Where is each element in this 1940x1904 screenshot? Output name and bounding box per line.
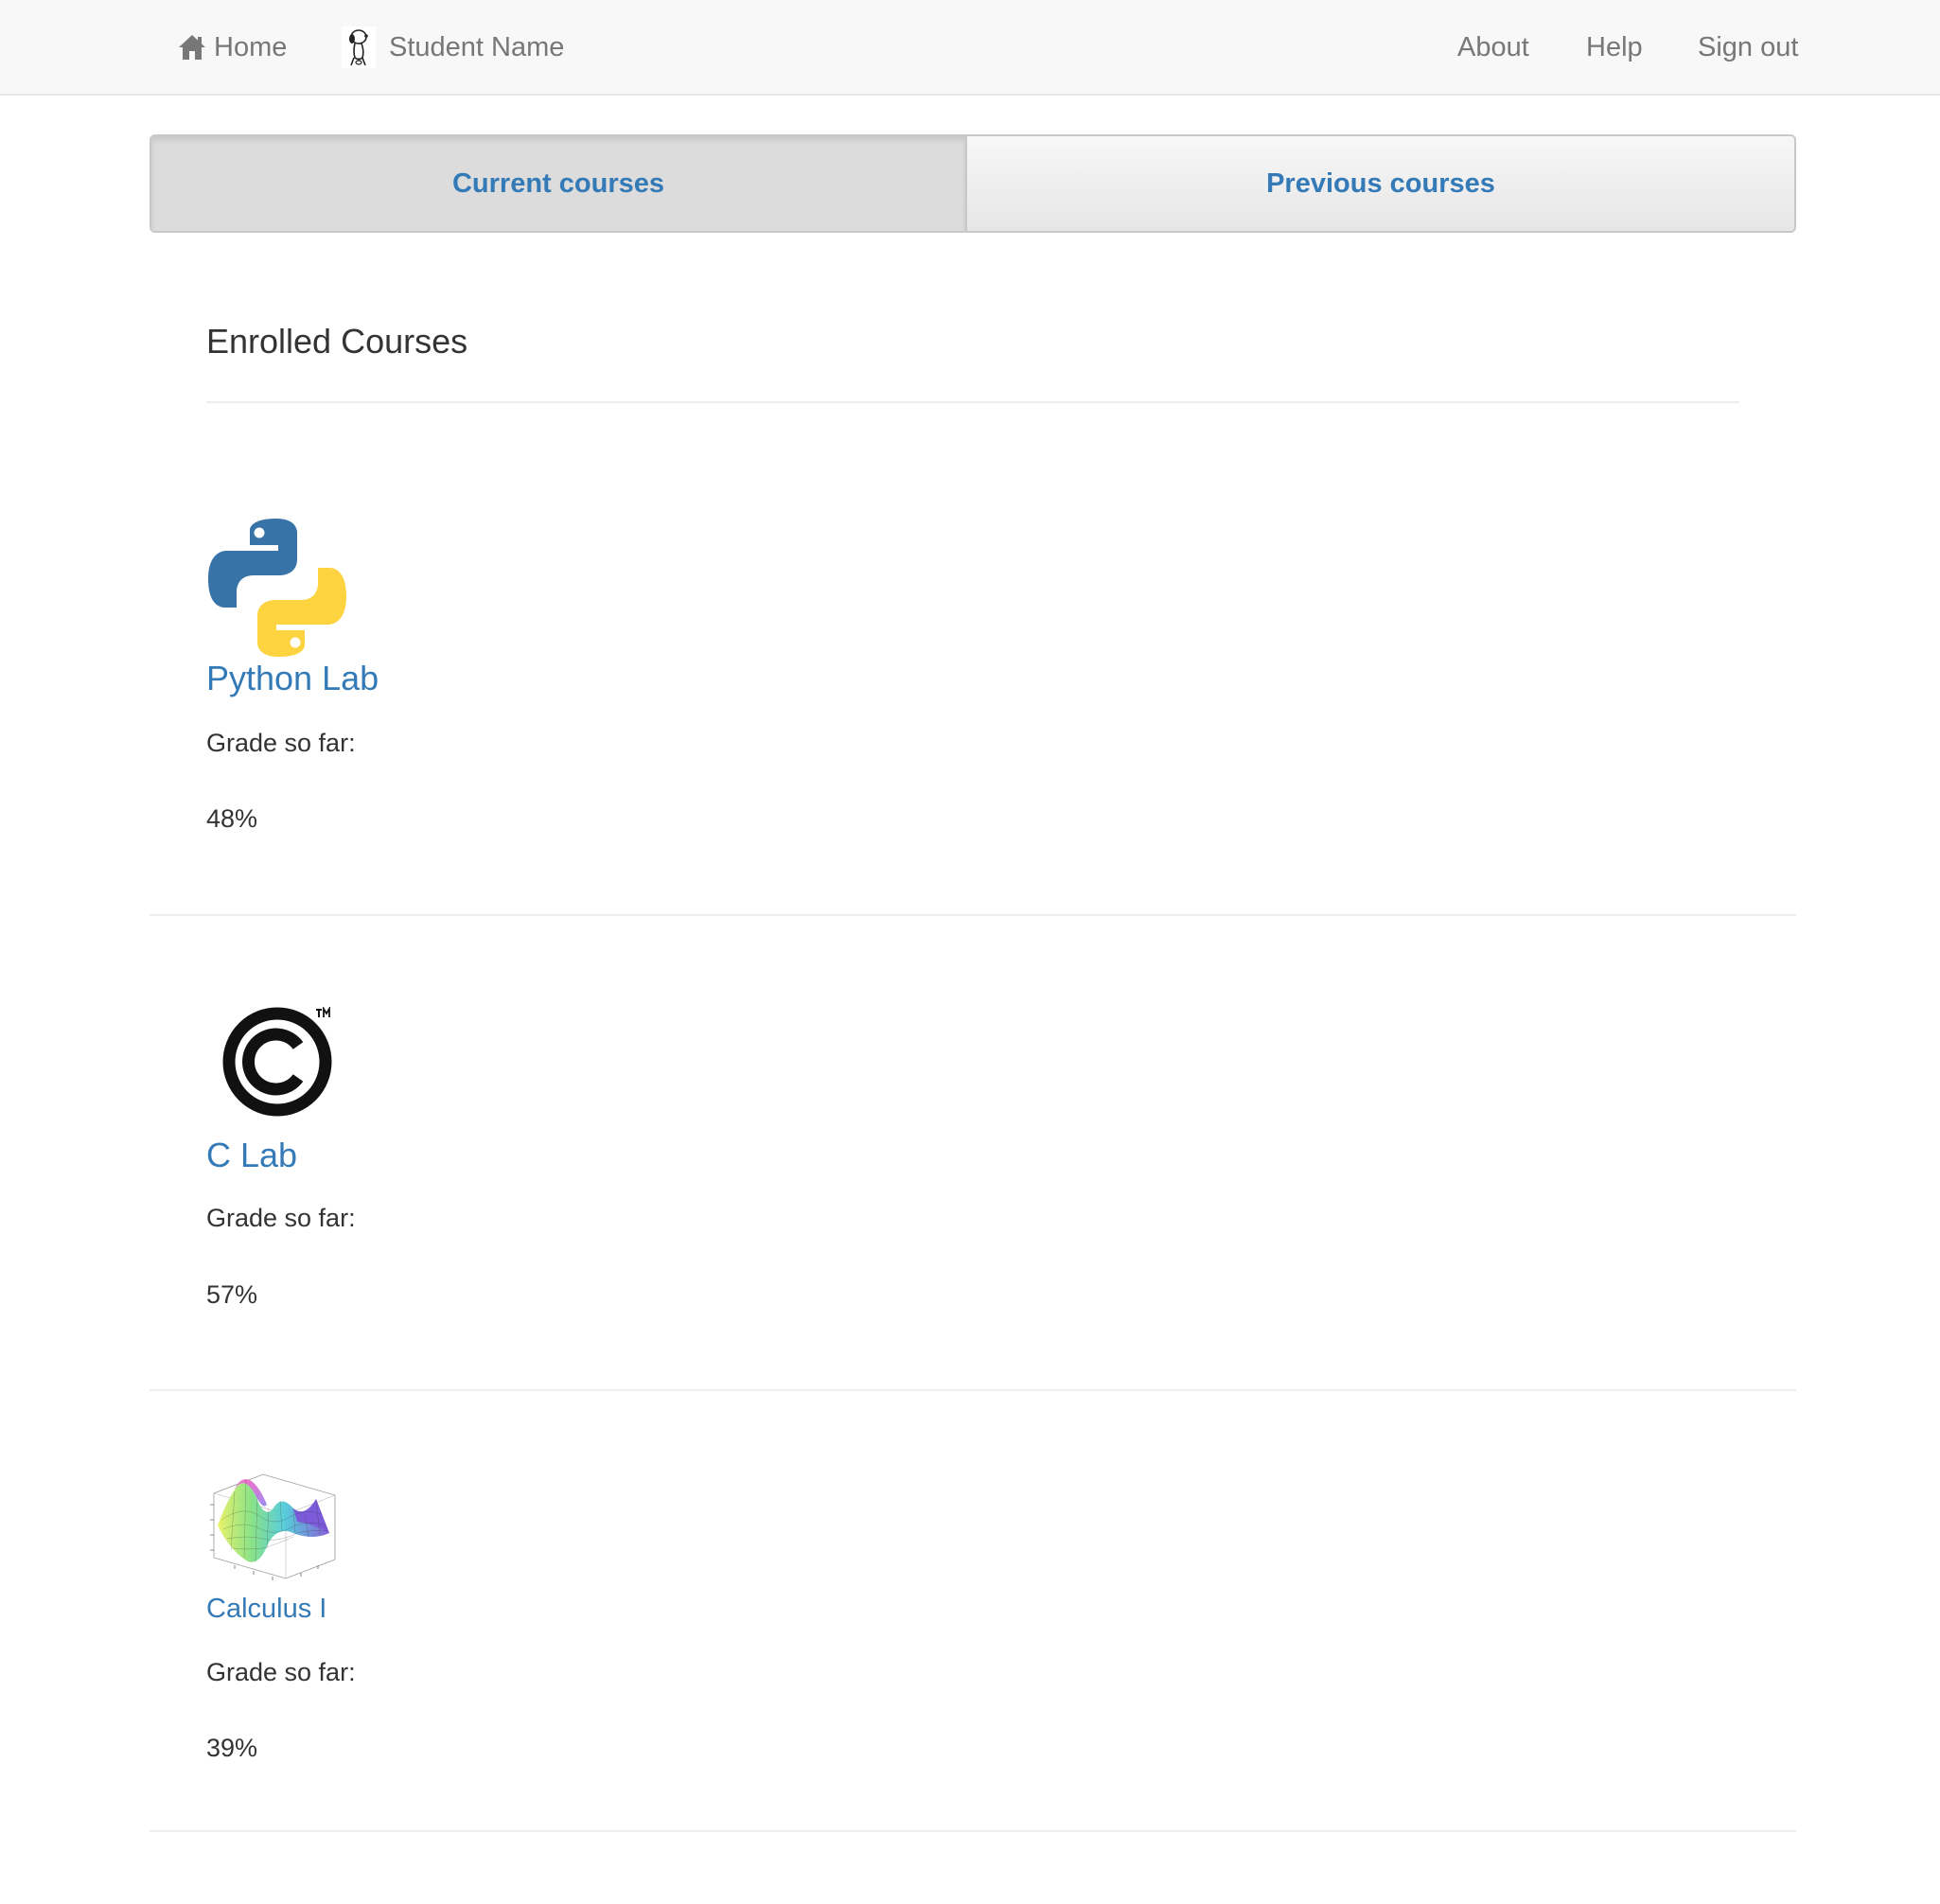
course-link-calculus-i[interactable]: Calculus I: [206, 1594, 326, 1625]
nav-signout-link[interactable]: Sign out: [1698, 0, 1798, 95]
c-logo-icon[interactable]: [206, 1005, 348, 1135]
course-card-calculus-i: Calculus I Grade so far: 39%: [150, 1391, 1796, 1832]
course-link-python-lab[interactable]: Python Lab: [206, 659, 379, 698]
avatar: [342, 26, 376, 68]
course-link-c-lab[interactable]: C Lab: [206, 1136, 297, 1175]
grade-label: Grade so far:: [206, 1204, 356, 1232]
grade-label: Grade so far:: [206, 1658, 356, 1686]
grade-value: 48%: [206, 804, 258, 833]
top-navbar: Home Student Name About Help Sign out: [0, 0, 1940, 96]
python-logo-icon[interactable]: [206, 517, 348, 663]
title-divider: [206, 401, 1739, 403]
home-icon: [178, 33, 206, 62]
tab-previous-courses[interactable]: Previous courses: [967, 136, 1794, 231]
course-card-python-lab: Python Lab Grade so far: 48%: [150, 416, 1796, 914]
nav-home-link[interactable]: Home: [178, 0, 287, 95]
nav-home-label: Home: [214, 31, 288, 62]
nav-user-link[interactable]: Student Name: [342, 0, 564, 95]
nav-about-link[interactable]: About: [1457, 0, 1529, 95]
grade-value: 39%: [206, 1734, 258, 1762]
course-card-c-lab: C Lab Grade so far: 57%: [150, 916, 1796, 1389]
nav-help-link[interactable]: Help: [1586, 0, 1643, 95]
3d-surface-plot-icon[interactable]: [206, 1467, 343, 1585]
page-title: Enrolled Courses: [206, 322, 468, 361]
nav-user-name: Student Name: [389, 31, 565, 62]
tab-current-courses[interactable]: Current courses: [151, 136, 967, 231]
grade-label: Grade so far:: [206, 729, 356, 757]
course-tabs: Current courses Previous courses: [150, 134, 1796, 233]
grade-value: 57%: [206, 1280, 258, 1309]
course-divider: [150, 1830, 1796, 1832]
